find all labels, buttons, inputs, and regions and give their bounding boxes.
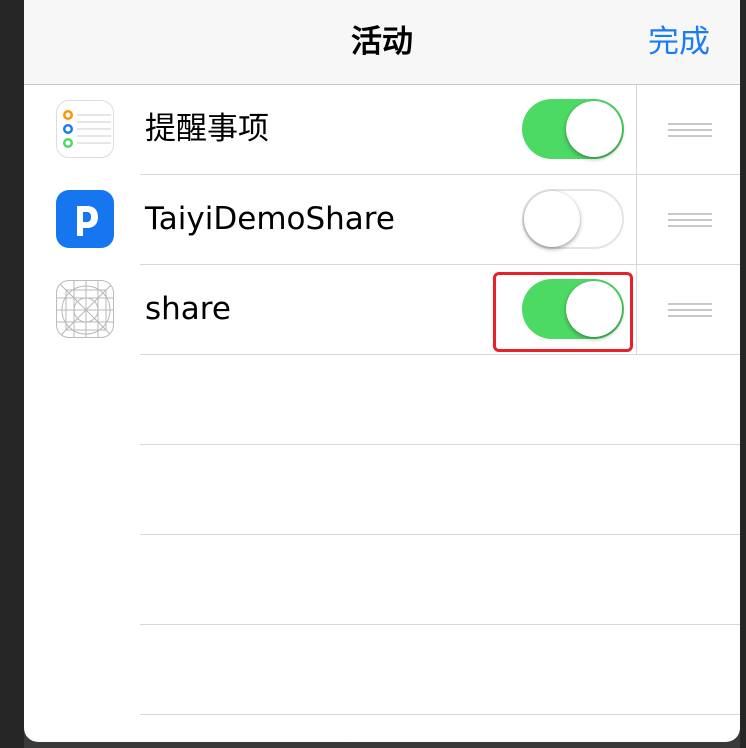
toggle-knob [524,191,580,247]
list-item-label: 提醒事项 [145,111,269,147]
highlight-annotation [493,272,633,352]
divider [636,85,637,174]
list-item-reminders: 提醒事项 [24,85,740,175]
divider [140,444,740,445]
done-button[interactable]: 完成 [648,0,710,84]
placeholder-app-icon [56,280,114,338]
divider [140,534,740,535]
navigation-bar: 活动 完成 [24,0,740,85]
divider [636,175,637,264]
divider [140,714,740,715]
toggle-knob [566,101,622,157]
taiyi-app-icon [56,190,114,248]
page-title: 活动 [351,24,413,60]
taiyidemoshare-toggle[interactable] [522,189,624,249]
divider [140,624,740,625]
reorder-handle-icon[interactable] [668,123,712,139]
list-item-taiyidemoshare: TaiyiDemoShare [24,175,740,265]
reorder-handle-icon[interactable] [668,213,712,229]
reorder-handle-icon[interactable] [668,303,712,319]
list-item-label: TaiyiDemoShare [145,201,395,237]
activities-sheet: 活动 完成 提醒事项 TaiyiDemoShare share [24,0,740,742]
list-item-label: share [145,291,231,327]
reminders-toggle[interactable] [522,99,624,159]
divider [636,265,637,354]
reminders-app-icon [56,100,114,158]
